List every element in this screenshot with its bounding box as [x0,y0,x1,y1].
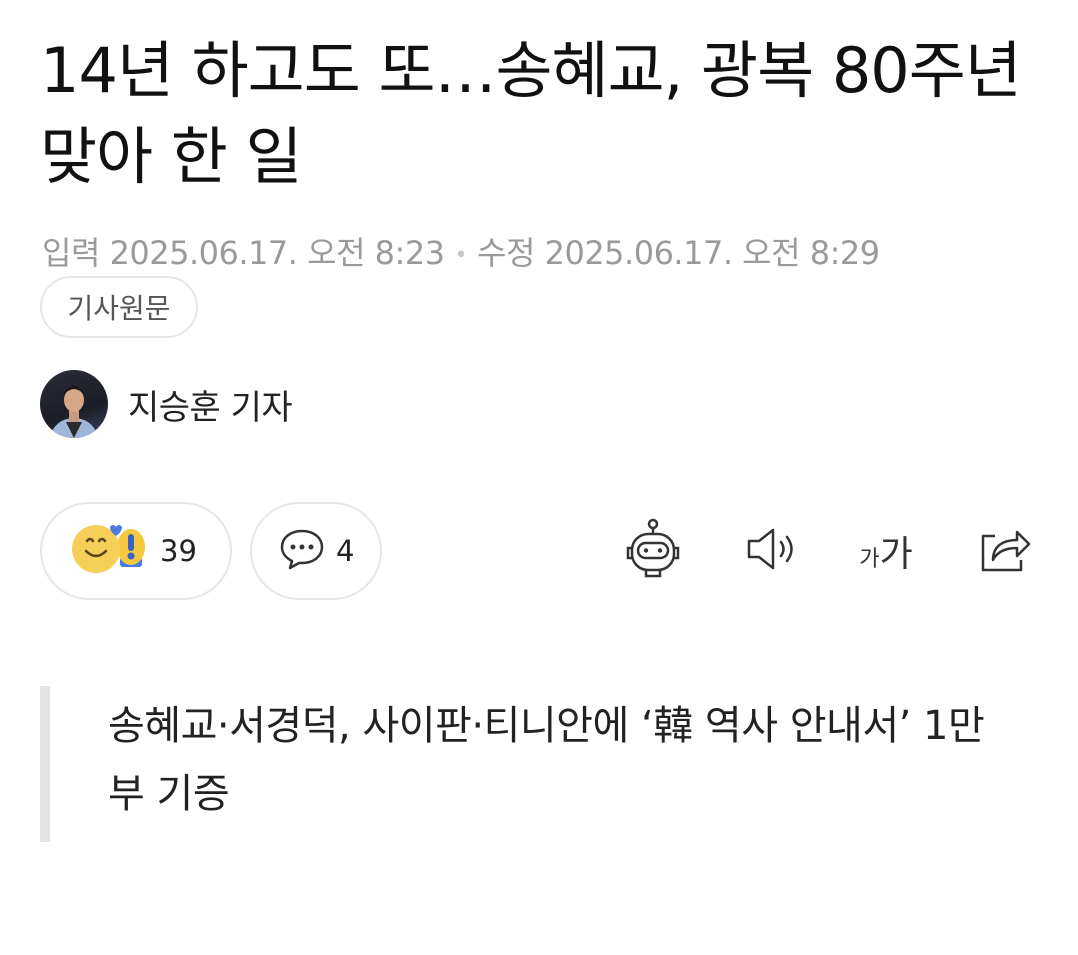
comment-bubble-icon [278,525,326,577]
modified-date: 2025.06.17. 오전 8:29 [544,234,880,272]
original-article-button[interactable]: 기사원문 [40,276,198,338]
share-button[interactable] [968,516,1038,586]
ai-summary-button[interactable] [618,516,688,586]
font-size-icon: 가 가 [859,525,912,577]
emoji-reaction-icon [70,521,150,581]
font-size-small: 가 [859,547,880,572]
speaker-icon [741,524,801,578]
reaction-button[interactable]: 39 [40,502,232,600]
font-size-button[interactable]: 가 가 [846,516,926,586]
reaction-count: 39 [160,534,197,568]
published-date: 2025.06.17. 오전 8:23 [109,234,445,272]
quote-bar [40,686,50,842]
published-label: 입력 [42,234,100,272]
reporter-name[interactable]: 지승훈 기자 [128,380,293,429]
article-headline: 14년 하고도 또…송혜교, 광복 80주년 맞아 한 일 [40,34,1022,193]
article-summary: 송혜교·서경덕, 사이판·티니안에 ‘韓 역사 안내서’ 1만부 기증 [108,703,985,817]
text-to-speech-button[interactable] [736,516,806,586]
share-icon [973,522,1033,580]
modified-label: 수정 [477,234,535,272]
comment-button[interactable]: 4 [250,502,382,600]
font-size-large: 가 [879,534,913,575]
reporter-info[interactable]: 지승훈 기자 [40,370,293,438]
comment-count: 4 [336,534,355,568]
separator-dot: • [454,242,468,268]
robot-icon [622,518,684,584]
reporter-avatar[interactable] [40,370,108,438]
article-dates: 입력 2025.06.17. 오전 8:23 • 수정 2025.06.17. 오전… [42,228,880,274]
